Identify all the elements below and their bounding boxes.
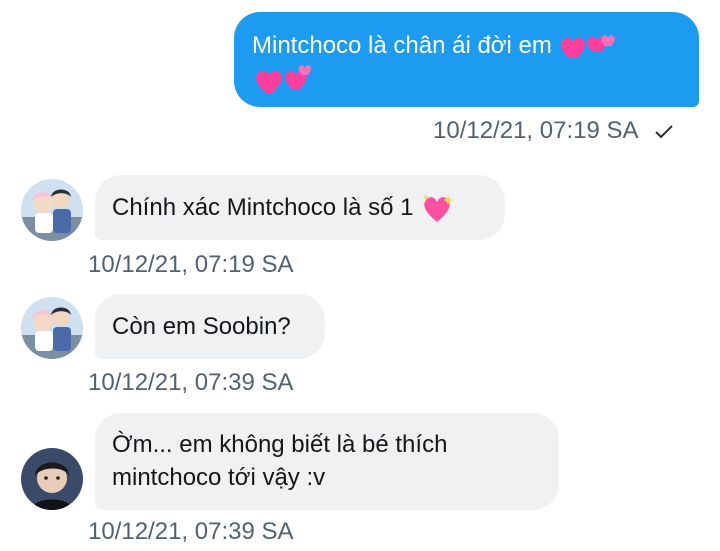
- avatar-anime-pair[interactable]: [21, 179, 83, 241]
- incoming-message-bubble[interactable]: Còn em Soobin?: [95, 294, 325, 359]
- message-text: Mintchoco là chân ái đời em: [252, 32, 552, 59]
- avatar-person[interactable]: [21, 448, 83, 510]
- message-timestamp: 10/12/21, 07:39 SA: [88, 369, 294, 396]
- two-hearts-icon: [560, 34, 615, 58]
- conversation-thread: Mintchoco là chân ái đời em 10/12/21, 07…: [0, 0, 720, 551]
- check-icon: [655, 124, 673, 139]
- message-timestamp: 10/12/21, 07:39 SA: [88, 518, 294, 545]
- two-hearts-icon: [256, 64, 312, 93]
- message-text-line: mintchoco tới vậy :v: [112, 464, 326, 491]
- message-text: Chính xác Mintchoco là số 1: [112, 194, 414, 221]
- message-text: Còn em Soobin?: [112, 313, 291, 340]
- message-timestamp: 10/12/21, 07:19 SA: [433, 116, 674, 146]
- incoming-message-bubble[interactable]: Chính xác Mintchoco là số 1: [95, 175, 505, 240]
- outgoing-message-bubble[interactable]: Mintchoco là chân ái đời em: [234, 12, 699, 107]
- message-text-line: Ờm... em không biết là bé thích: [112, 431, 448, 458]
- incoming-message-bubble[interactable]: Ờm... em không biết là bé thích mintchoc…: [95, 413, 559, 510]
- timestamp-text: 10/12/21, 07:19 SA: [433, 117, 638, 144]
- message-timestamp: 10/12/21, 07:19 SA: [88, 251, 294, 278]
- avatar-anime-pair[interactable]: [21, 297, 83, 359]
- sparkling-heart-icon: [422, 193, 454, 222]
